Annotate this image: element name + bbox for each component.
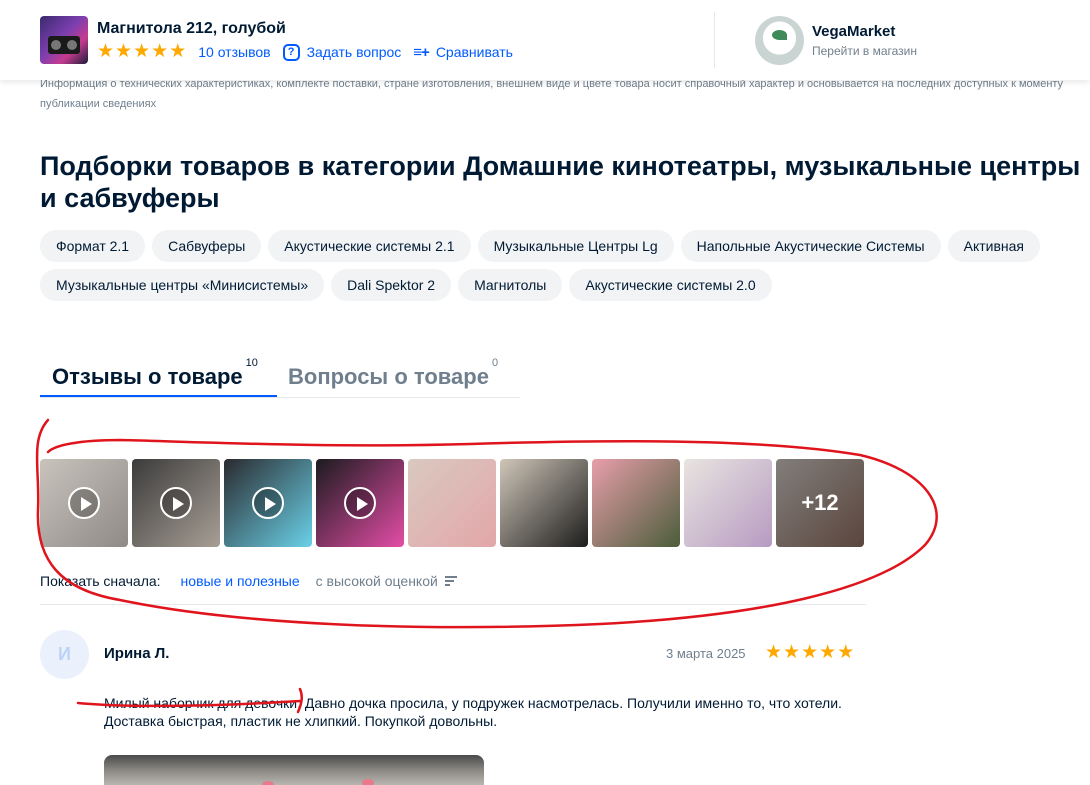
tab-reviews[interactable]: Отзывы о товаре10 — [52, 357, 258, 390]
collections-title: Подборки товаров в категории Домашние ки… — [40, 151, 1081, 213]
star-icon: ★ — [837, 642, 855, 663]
sort-option-new-useful[interactable]: новые и полезные — [181, 573, 300, 589]
go-to-shop-link[interactable]: Перейти в магазин — [812, 44, 917, 58]
review-video-thumbnail[interactable] — [224, 459, 312, 547]
divider — [40, 604, 866, 605]
review-photo-thumbnail[interactable] — [592, 459, 680, 547]
review-photo-thumbnail[interactable] — [500, 459, 588, 547]
star-icon: ★ — [115, 41, 133, 62]
play-icon — [344, 487, 376, 519]
leaf-icon — [772, 30, 787, 40]
play-icon — [252, 487, 284, 519]
star-icon: ★ — [783, 642, 801, 663]
avatar: И — [40, 630, 89, 679]
reviews-link[interactable]: 10 отзывов — [198, 44, 270, 60]
shop-name[interactable]: VegaMarket — [812, 23, 895, 40]
review-rating-stars: ★ ★ ★ ★ ★ — [765, 643, 854, 663]
star-icon: ★ — [819, 642, 837, 663]
star-icon: ★ — [97, 41, 115, 62]
review-video-thumbnail[interactable] — [40, 459, 128, 547]
review-photo-thumbnail[interactable]: +12 — [776, 459, 864, 547]
star-icon: ★ — [133, 41, 151, 62]
collection-chip[interactable]: Dali Spektor 2 — [331, 269, 452, 301]
product-rating-stars[interactable]: ★ ★ ★ ★ ★ — [97, 42, 186, 62]
star-icon: ★ — [151, 41, 169, 62]
tab-questions-count: 0 — [491, 356, 499, 369]
review-text: Милый наборчик для девочки. Давно дочка … — [104, 695, 842, 729]
collection-chip[interactable]: Акустические системы 2.1 — [268, 230, 471, 262]
question-icon: ? — [282, 43, 300, 61]
review-date: 3 марта 2025 — [666, 646, 746, 661]
collection-chip[interactable]: Формат 2.1 — [40, 230, 146, 262]
collection-chip[interactable]: Музыкальные центры «Минисистемы» — [40, 269, 325, 301]
compare-icon: ≡+ — [413, 43, 429, 61]
star-icon: ★ — [801, 642, 819, 663]
collection-chips: Формат 2.1 Сабвуферы Акустические системы … — [40, 230, 1080, 301]
compare-link[interactable]: ≡+ Сравнивать — [413, 44, 513, 61]
collection-chip[interactable]: Магнитолы — [458, 269, 563, 301]
shop-logo[interactable] — [755, 16, 804, 65]
tab-questions[interactable]: Вопросы о товаре0 — [288, 357, 498, 390]
sort-option-high-rating-label: с высокой оценкой — [315, 573, 438, 589]
review-photo-thumbnail[interactable] — [684, 459, 772, 547]
active-tab-indicator — [40, 395, 277, 397]
sticky-product-header: Магнитола 212, голубой ★ ★ ★ ★ ★ 10 отзы… — [0, 0, 1090, 80]
sort-option-high-rating[interactable]: с высокой оценкой — [316, 573, 457, 589]
sort-icon — [444, 574, 457, 588]
review-tabs: Отзывы о товаре10 Вопросы о товаре0 — [40, 357, 520, 398]
sort-bar: Показать сначала: новые и полезные с выс… — [40, 573, 457, 589]
tab-reviews-label: Отзывы о товаре — [52, 364, 243, 389]
product-disclaimer: Информация о технических характеристиках… — [40, 78, 1064, 110]
play-icon — [160, 487, 192, 519]
review-video-thumbnail[interactable] — [316, 459, 404, 547]
tab-reviews-count: 10 — [245, 356, 258, 369]
sort-label: Показать сначала: — [40, 573, 161, 589]
review-author: Ирина Л. — [104, 645, 170, 662]
more-media-count: +12 — [776, 459, 864, 547]
review-media-gallery: +12 — [40, 459, 864, 547]
collection-chip[interactable]: Сабвуферы — [152, 230, 262, 262]
product-title[interactable]: Магнитола 212, голубой — [97, 20, 286, 38]
star-icon: ★ — [169, 41, 187, 62]
ask-question-link[interactable]: ? Задать вопрос — [282, 43, 402, 61]
rating-row: ★ ★ ★ ★ ★ 10 отзывов ? Задать вопрос ≡+ … — [97, 42, 513, 62]
review-photo-thumbnail[interactable] — [408, 459, 496, 547]
review-video-thumbnail[interactable] — [132, 459, 220, 547]
review-photo[interactable] — [104, 755, 484, 785]
collection-chip[interactable]: Музыкальные Центры Lg — [477, 230, 674, 262]
play-icon — [68, 487, 100, 519]
tab-questions-label: Вопросы о товаре — [288, 364, 489, 389]
collection-chip[interactable]: Активная — [947, 230, 1040, 262]
product-thumbnail[interactable] — [40, 16, 88, 64]
star-icon: ★ — [765, 642, 783, 663]
collection-chip[interactable]: Напольные Акустические Системы — [680, 230, 941, 262]
header-divider — [714, 12, 715, 68]
collection-chip[interactable]: Акустические системы 2.0 — [569, 269, 772, 301]
ask-question-label: Задать вопрос — [306, 44, 402, 60]
compare-label: Сравнивать — [435, 44, 513, 60]
